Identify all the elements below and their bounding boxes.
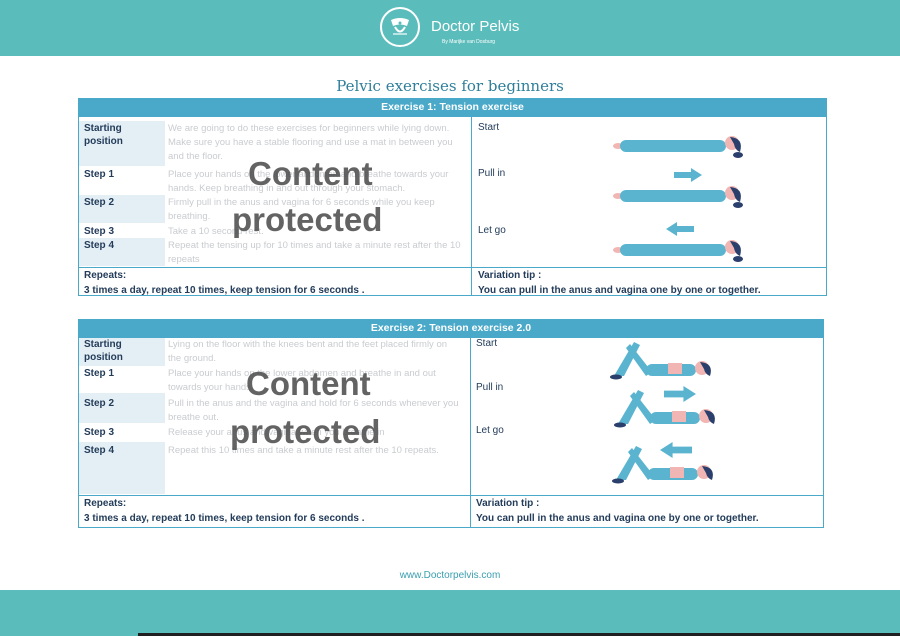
footer-bar: [0, 590, 900, 636]
watermark-line2: protected: [232, 201, 383, 238]
ex1-step3-label: Step 3: [84, 226, 115, 237]
exercise-1-column-divider: [471, 116, 472, 296]
exercise-1-header: Exercise 1: Tension exercise: [78, 98, 827, 116]
exercise-2-header: Exercise 2: Tension exercise 2.0: [78, 319, 824, 337]
brand-subtitle: By Marijke van Dosburg: [442, 39, 496, 45]
exercise-2-column-divider: [470, 337, 471, 528]
ex1-step4-text: Repeat the tensing up for 10 times and t…: [168, 240, 461, 265]
arrow-left-icon: [660, 442, 692, 458]
ex1-tip-label: Variation tip :: [478, 270, 542, 281]
ex1-repeats-text: 3 times a day, repeat 10 times, keep ten…: [84, 285, 365, 296]
brand-name: Doctor Pelvis: [431, 18, 520, 35]
ex2-start-label: Starting position: [84, 339, 123, 363]
exercise-1-row-divider: [78, 267, 827, 268]
arrow-right-icon: [664, 386, 696, 402]
lying-figure-start-illustration: [613, 136, 743, 158]
watermark-line1: Content: [246, 365, 371, 402]
exercise-2-row-divider: [78, 495, 824, 496]
ex2-step4-label: Step 4: [84, 445, 115, 456]
ex1-tip-text: You can pull in the anus and vagina one …: [478, 285, 761, 296]
ex1-repeats-label: Repeats:: [84, 270, 127, 281]
ex2-phase-let-go: Let go: [476, 425, 504, 436]
doctor-pelvis-logo: [380, 7, 420, 47]
ex2-tip-text: You can pull in the anus and vagina one …: [476, 513, 759, 524]
watermark-line2: protected: [230, 413, 381, 450]
page-title: Pelvic exercises for beginners: [336, 77, 564, 95]
ex2-step1-label: Step 1: [84, 368, 115, 379]
ex1-phase-pull-in: Pull in: [478, 168, 506, 179]
ex1-start-label: Starting position: [84, 123, 123, 147]
arrow-right-icon: [674, 168, 702, 182]
ex1-step1-label: Step 1: [84, 169, 115, 180]
ex2-step3-label: Step 3: [84, 427, 115, 438]
ex2-step2-label: Step 2: [84, 398, 115, 409]
ex1-phase-let-go: Let go: [478, 225, 506, 236]
ex2-phase-pull-in: Pull in: [476, 382, 504, 393]
ex2-phase-start: Start: [476, 338, 498, 349]
bent-knee-figure-start-illustration: [610, 342, 711, 380]
ex2-tip-label: Variation tip :: [476, 498, 540, 509]
ex2-repeats-label: Repeats:: [84, 498, 127, 509]
lying-figure-let-go-illustration: [613, 240, 743, 262]
header-bar: Doctor Pelvis By Marijke van Dosburg: [0, 0, 900, 56]
ex1-step2-label: Step 2: [84, 197, 115, 208]
ex1-step4-label: Step 4: [84, 240, 115, 251]
website-link[interactable]: www.Doctorpelvis.com: [0, 570, 900, 581]
ex2-repeats-text: 3 times a day, repeat 10 times, keep ten…: [84, 513, 365, 524]
pelvis-icon: [391, 18, 409, 35]
ex1-phase-start: Start: [478, 122, 500, 133]
lying-figure-pull-in-illustration: [613, 186, 743, 208]
watermark-line1: Content: [248, 155, 373, 192]
arrow-left-icon: [666, 222, 694, 236]
